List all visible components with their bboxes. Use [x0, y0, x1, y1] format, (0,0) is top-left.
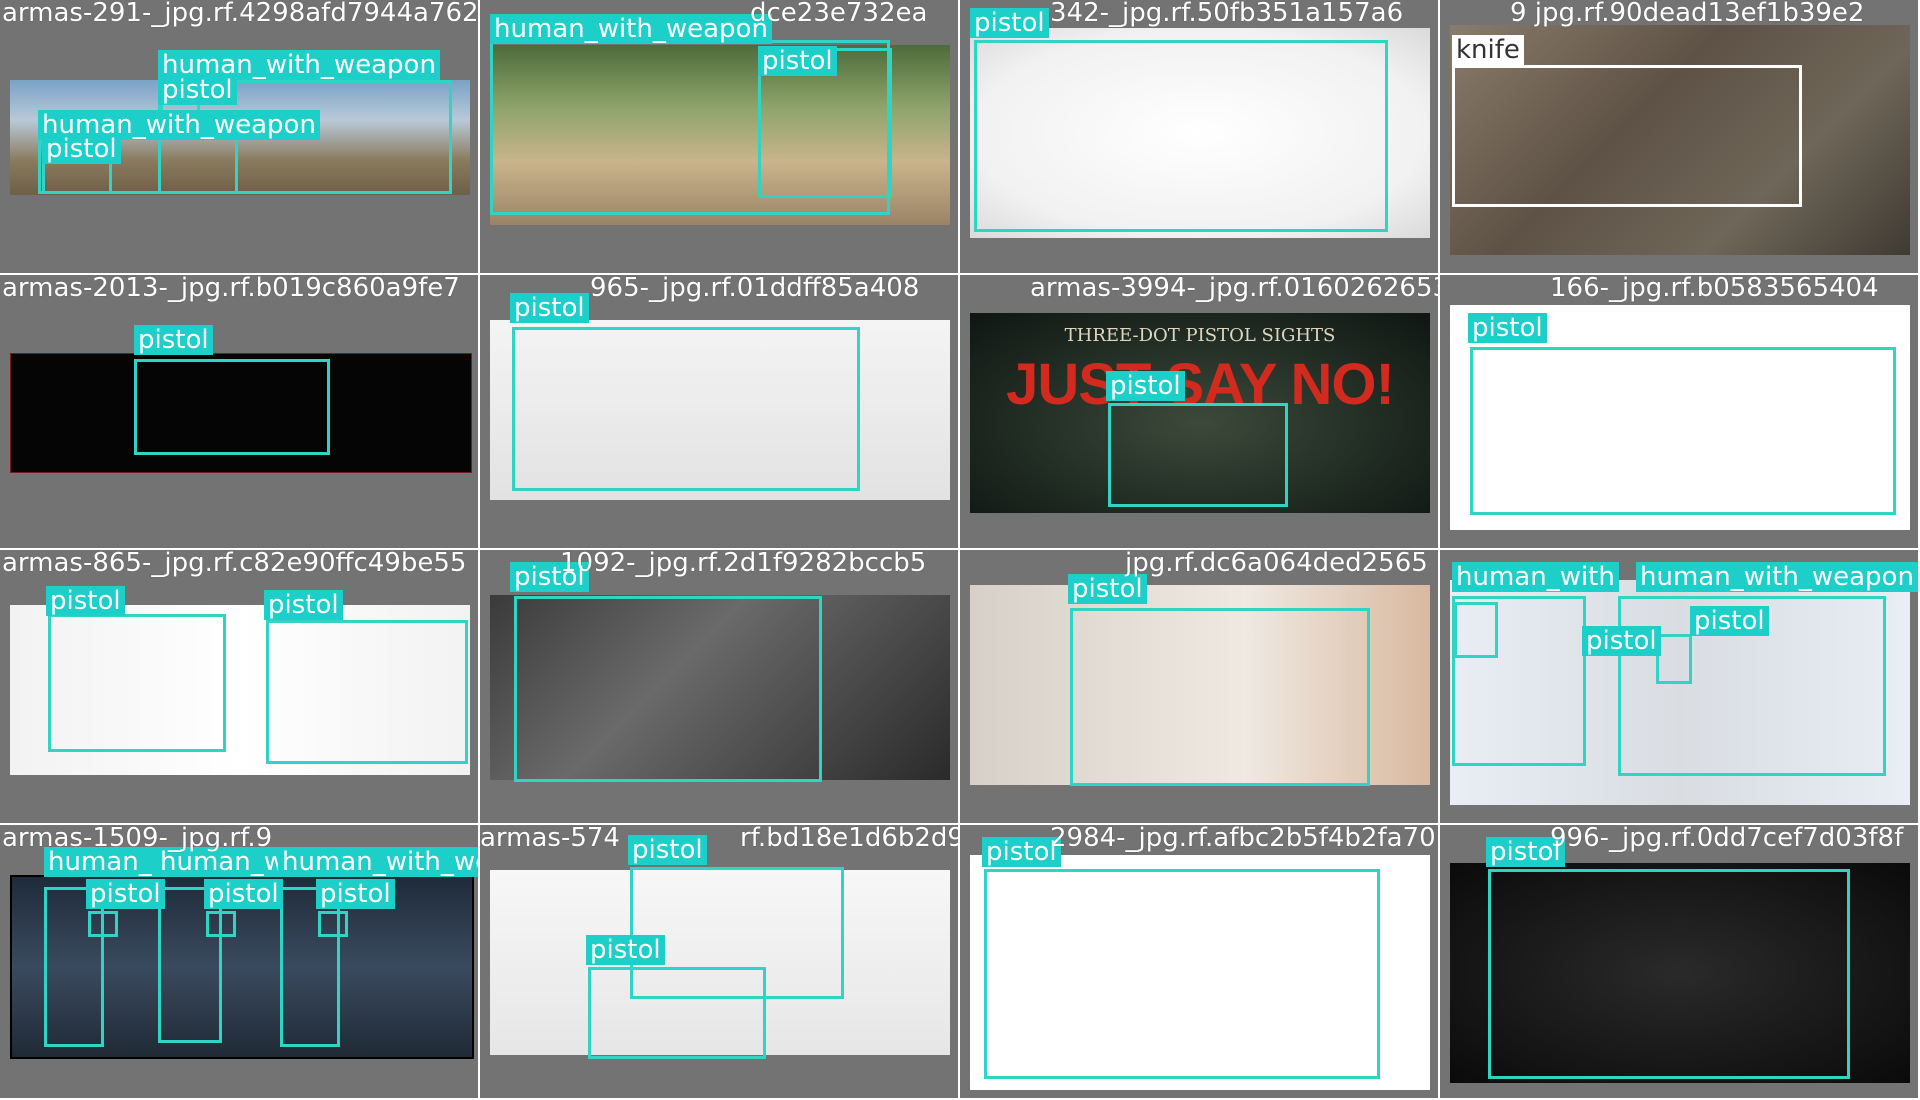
label-pistol: pistol — [586, 935, 665, 965]
bbox-pistol — [48, 614, 226, 752]
tile-3: 342-_jpg.rf.50fb351a157a6 pistol — [960, 0, 1440, 275]
tile-14: armas-574rf.bd18e1d6b2d952 pistol pistol — [480, 825, 960, 1100]
label-pistol: pistol — [316, 879, 395, 909]
label-pistol: pistol — [1468, 313, 1547, 343]
tile-title: 166-_jpg.rf.b0583565404 — [1550, 275, 1879, 303]
bbox-pistol — [514, 596, 822, 782]
label-pistol: pistol — [510, 293, 589, 323]
tile-title: armas-574 rf.bd18e1d6b2d952 — [480, 825, 958, 853]
tile-title: dce23e732ea — [750, 0, 927, 28]
tile-title-text: 996-_jpg.rf.0dd7cef7d03f8f — [1550, 825, 1904, 853]
bbox-pistol — [266, 620, 468, 764]
label-pistol: pistol — [46, 586, 125, 616]
bbox-pistol — [1470, 347, 1896, 515]
label-pistol: pistol — [1582, 626, 1661, 656]
label-pistol: pistol — [982, 837, 1061, 867]
label-pistol: pistol — [86, 879, 165, 909]
bbox-pistol — [134, 359, 330, 455]
detection-grid: armas-291-_jpg.rf.4298afd7944a762 human_… — [0, 0, 1920, 1100]
tile-4: 9 jpg.rf.90dead13ef1b39e2 knife — [1440, 0, 1920, 275]
label-pistol: pistol — [970, 8, 1049, 38]
tile-title: armas-3994-_jpg.rf.0160262653d911 — [1030, 275, 1438, 303]
tile-title: armas-2013-_jpg.rf.b019c860a9fe7 — [2, 275, 460, 303]
label-human: human_with — [1452, 562, 1619, 592]
label-pistol: pistol — [1106, 371, 1185, 401]
bbox-pistol — [1070, 608, 1370, 786]
tile-title-text: rf.bd18e1d6b2d952 — [739, 825, 958, 853]
tile-2: dce23e732ea human_with_weapon pistol — [480, 0, 960, 275]
bbox-pistol — [1454, 602, 1498, 658]
label-human: human_with_weapon — [490, 14, 772, 44]
tile-13: armas-1509-_jpg.rf.9 human_ human_w huma… — [0, 825, 480, 1100]
label-pistol: pistol — [264, 590, 343, 620]
tile-title: 9 jpg.rf.90dead13ef1b39e2 — [1510, 0, 1864, 28]
label-pistol: pistol — [134, 325, 213, 355]
tile-8: 166-_jpg.rf.b0583565404 pistol — [1440, 275, 1920, 550]
bbox-pistol — [88, 911, 118, 937]
tile-title: 342-_jpg.rf.50fb351a157a6 — [1050, 0, 1403, 28]
tile-title: armas-291-_jpg.rf.4298afd7944a762 — [2, 0, 479, 28]
tile-9: armas-865-_jpg.rf.c82e90ffc49be55 pistol… — [0, 550, 480, 825]
label-knife: knife — [1452, 35, 1524, 65]
tile-15: 2984-_jpg.rf.afbc2b5f4b2fa70 pistol — [960, 825, 1440, 1100]
tile-title: armas-1509-_jpg.rf.9 — [2, 825, 273, 853]
tile-title: 1092-_jpg.rf.2d1f9282bccb5 — [560, 550, 927, 578]
label-pistol: pistol — [204, 879, 283, 909]
bbox-pistol — [974, 40, 1388, 232]
tile-title-text: armas-574 — [480, 825, 620, 853]
tile-title-text: 9 jpg.rf.90dead13ef1b39e2 — [1510, 0, 1865, 28]
bbox-pistol — [1656, 634, 1692, 684]
tile-title-text: dce23e732ea — [750, 0, 928, 28]
bbox-pistol — [1488, 869, 1850, 1079]
tile-16: 996-_jpg.rf.0dd7cef7d03f8f pistol — [1440, 825, 1920, 1100]
tile-title: 965-_jpg.rf.01ddff85a408 — [590, 275, 920, 303]
bbox-pistol — [588, 967, 766, 1059]
label-pistol: pistol — [758, 46, 837, 76]
bbox-pistol — [206, 911, 236, 937]
tile-7: THREE-DOT PISTOL SIGHTS JUST SAY NO! arm… — [960, 275, 1440, 550]
bbox-knife — [1452, 65, 1802, 207]
label-human: human_with_weapon — [1636, 562, 1918, 592]
label-pistol: pistol — [1690, 606, 1769, 636]
tile-5: armas-2013-_jpg.rf.b019c860a9fe7 pistol — [0, 275, 480, 550]
bbox-pistol — [512, 327, 860, 491]
bbox-pistol — [42, 160, 112, 194]
tile-title-text: 342-_jpg.rf.50fb351a157a6 — [1050, 0, 1404, 28]
tile-6: 965-_jpg.rf.01ddff85a408 pistol — [480, 275, 960, 550]
tile-title: jpg.rf.dc6a064ded2565 — [1125, 550, 1428, 578]
label-pistol: pistol — [1068, 574, 1147, 604]
tile-title: armas-865-_jpg.rf.c82e90ffc49be55 — [2, 550, 467, 578]
label-pistol: pistol — [42, 134, 121, 164]
banner-text: THREE-DOT PISTOL SIGHTS — [1064, 325, 1336, 346]
tile-12: human_with human_with_weapon pistol pist… — [1440, 550, 1920, 825]
label-human: human_with_weapon — [278, 847, 478, 877]
tile-10: 1092-_jpg.rf.2d1f9282bccb5 pistol — [480, 550, 960, 825]
bbox-pistol — [318, 911, 348, 937]
tile-title: 996-_jpg.rf.0dd7cef7d03f8f — [1550, 825, 1903, 853]
tile-title-text: 2984-_jpg.rf.afbc2b5f4b2fa70 — [1050, 825, 1436, 853]
tile-title: 2984-_jpg.rf.afbc2b5f4b2fa70 — [1050, 825, 1436, 853]
bbox-pistol — [1108, 403, 1288, 507]
bbox-pistol — [984, 869, 1380, 1079]
tile-1: armas-291-_jpg.rf.4298afd7944a762 human_… — [0, 0, 480, 275]
tile-11: jpg.rf.dc6a064ded2565 pistol — [960, 550, 1440, 825]
label-pistol: pistol — [158, 75, 237, 105]
